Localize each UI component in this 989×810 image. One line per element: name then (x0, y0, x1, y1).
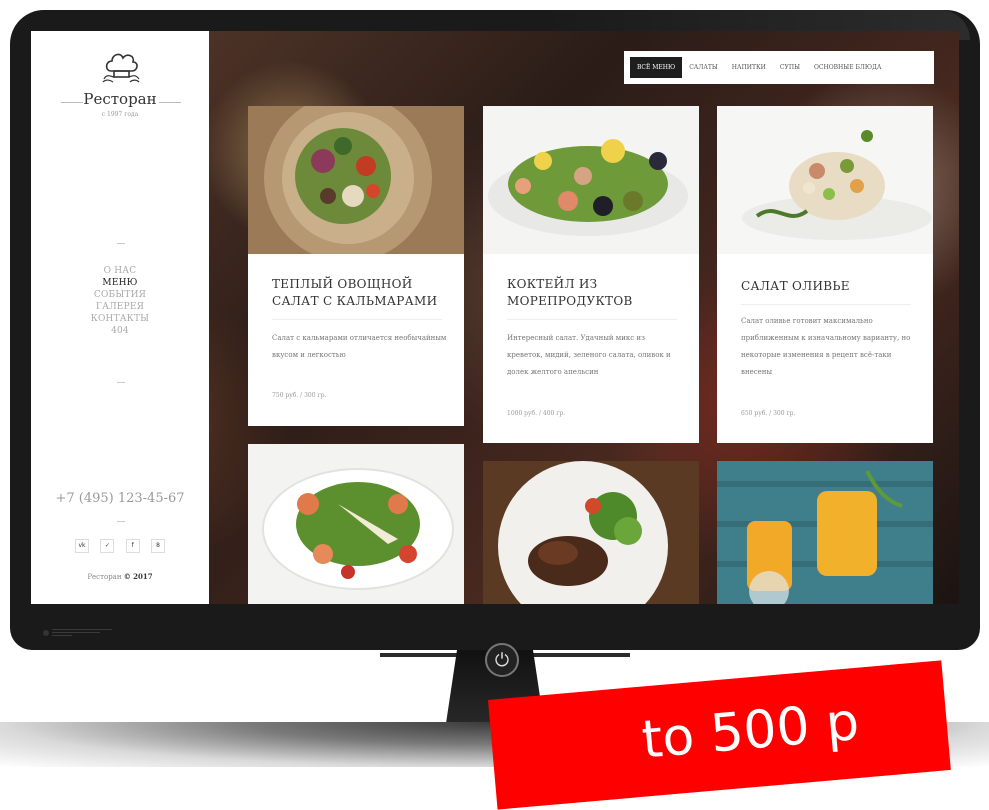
sidebar-nav: О НАС МЕНЮ СОБЫТИЯ ГАЛЕРЕЯ КОНТАКТЫ 404 (31, 265, 209, 337)
brand-divider-right (159, 102, 181, 103)
monitor-brand-mark (42, 626, 132, 640)
chef-hat-logo-icon (102, 53, 140, 83)
tab-drinks[interactable]: НАПИТКИ (725, 57, 773, 78)
brand-since: с 1997 года (101, 111, 139, 118)
card-description: Салат с кальмарами отличается необычайны… (272, 334, 447, 359)
vk-icon[interactable]: vk (75, 539, 89, 553)
nav-item-404[interactable]: 404 (31, 325, 209, 337)
copyright: Ресторан © 2017 (31, 572, 209, 581)
photo-drinks[interactable] (717, 461, 933, 604)
card-description: Салат оливье готовит максимально приближ… (741, 317, 911, 376)
copyright-name: Ресторан (87, 573, 122, 581)
nav-divider-bottom (117, 382, 125, 383)
brand-divider-left (61, 102, 83, 103)
nav-item-about[interactable]: О НАС (31, 265, 209, 277)
menu-card-seafood-cocktail[interactable]: КОКТЕЙЛ ИЗ МОРЕПРОДУКТОВ Интересный сала… (483, 106, 699, 443)
nav-item-menu[interactable]: МЕНЮ (31, 277, 209, 289)
card-title[interactable]: САЛАТ ОЛИВЬЕ (741, 278, 921, 295)
monitor-logo-icon (43, 629, 112, 636)
card-divider (507, 319, 677, 320)
sidebar: Ресторан с 1997 года О НАС МЕНЮ СОБЫТИЯ … (31, 31, 209, 604)
copyright-year: © 2017 (123, 572, 153, 581)
tab-soups[interactable]: СУПЫ (773, 57, 807, 78)
phone-divider (117, 521, 125, 522)
dish-photo-olivier-salad (717, 106, 933, 254)
monitor-screen: Ресторан с 1997 года О НАС МЕНЮ СОБЫТИЯ … (31, 31, 959, 604)
odnoklassniki-icon[interactable]: 8 (150, 539, 165, 553)
facebook-icon[interactable]: f (125, 539, 140, 553)
dish-photo-meat-dish[interactable] (483, 461, 699, 604)
card-price: 750 руб. / 300 гр. (272, 392, 327, 399)
dish-photo-squid-salad (248, 106, 464, 254)
twitter-icon[interactable]: ✓ (100, 539, 115, 553)
dish-photo-seafood-cocktail (483, 106, 699, 254)
dish-photo-shrimp-salad[interactable] (248, 444, 464, 604)
power-button-icon[interactable]: ⏻ (485, 643, 519, 677)
brand-name[interactable]: Ресторан (31, 90, 209, 108)
social-links: vk ✓ f 8 (75, 539, 165, 553)
tab-all-menu[interactable]: ВСЁ МЕНЮ (630, 57, 683, 78)
menu-category-tabs: ВСЁ МЕНЮ САЛАТЫ НАПИТКИ СУПЫ ОСНОВНЫЕ БЛ… (624, 51, 934, 84)
card-price: 650 руб. / 300 гр. (741, 410, 796, 417)
menu-card-olivier-salad[interactable]: САЛАТ ОЛИВЬЕ Салат оливье готовит максим… (717, 106, 933, 443)
nav-divider-top (117, 243, 125, 244)
nav-item-events[interactable]: СОБЫТИЯ (31, 289, 209, 301)
nav-item-gallery[interactable]: ГАЛЕРЕЯ (31, 301, 209, 313)
card-divider (741, 304, 911, 305)
card-title[interactable]: ТЕПЛЫЙ ОВОЩНОЙ САЛАТ С КАЛЬМАРАМИ (272, 276, 452, 310)
tab-salads[interactable]: САЛАТЫ (682, 57, 725, 78)
card-title[interactable]: КОКТЕЙЛ ИЗ МОРЕПРОДУКТОВ (507, 276, 687, 310)
phone-number[interactable]: +7 (495) 123-45-67 (31, 491, 209, 506)
tab-main-dishes[interactable]: ОСНОВНЫЕ БЛЮДА (807, 57, 889, 78)
card-divider (272, 319, 442, 320)
nav-item-contacts[interactable]: КОНТАКТЫ (31, 313, 209, 325)
card-price: 1000 руб. / 400 гр. (507, 410, 566, 417)
card-description: Интересный салат. Удачный микс из кревет… (507, 334, 671, 376)
menu-card-squid-salad[interactable]: ТЕПЛЫЙ ОВОЩНОЙ САЛАТ С КАЛЬМАРАМИ Салат … (248, 106, 464, 426)
monitor-chin (10, 604, 980, 650)
price-banner: to 500 p (488, 660, 951, 810)
